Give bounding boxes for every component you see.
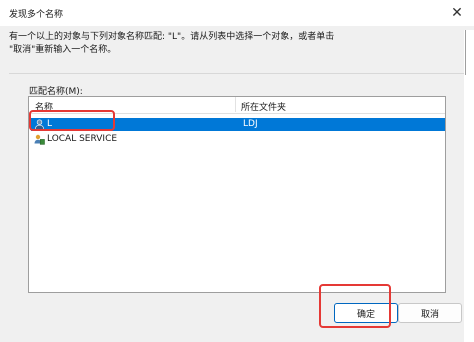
description-line: 有一个以上的对象与下列对象名称匹配: "L"。请从列表中选择一个对象，或者单击 [9,32,335,42]
user-icon [34,119,45,130]
close-icon: ✕ [451,5,463,21]
list-row-l[interactable]: L LDJ [31,118,445,131]
column-header-name[interactable]: 名称 [35,100,53,113]
window-title: 发现多个名称 [9,10,64,20]
match-names-list[interactable]: 名称 所在文件夹 L LDJ LOCAL SERVICE [28,96,446,293]
background-window-edge [464,30,474,342]
ok-button[interactable]: 确定 [334,303,398,323]
cancel-button[interactable]: 取消 [398,303,462,323]
list-row-local-service[interactable]: LOCAL SERVICE [31,133,445,146]
separator [9,73,464,74]
row-name: L [47,119,53,129]
service-account-icon [34,134,45,145]
title-bar: 发现多个名称 ✕ [0,0,474,26]
row-name: LOCAL SERVICE [47,134,118,144]
row-folder: LDJ [243,119,258,129]
column-header-folder[interactable]: 所在文件夹 [241,100,286,113]
description-line: "取消"重新输入一个名称。 [9,45,117,55]
list-header: 名称 所在文件夹 [29,97,445,114]
description-text: 有一个以上的对象与下列对象名称匹配: "L"。请从列表中选择一个对象，或者单击 … [9,31,339,57]
close-button[interactable]: ✕ [444,3,470,23]
background-window-border [465,30,466,75]
column-divider[interactable] [235,97,236,112]
